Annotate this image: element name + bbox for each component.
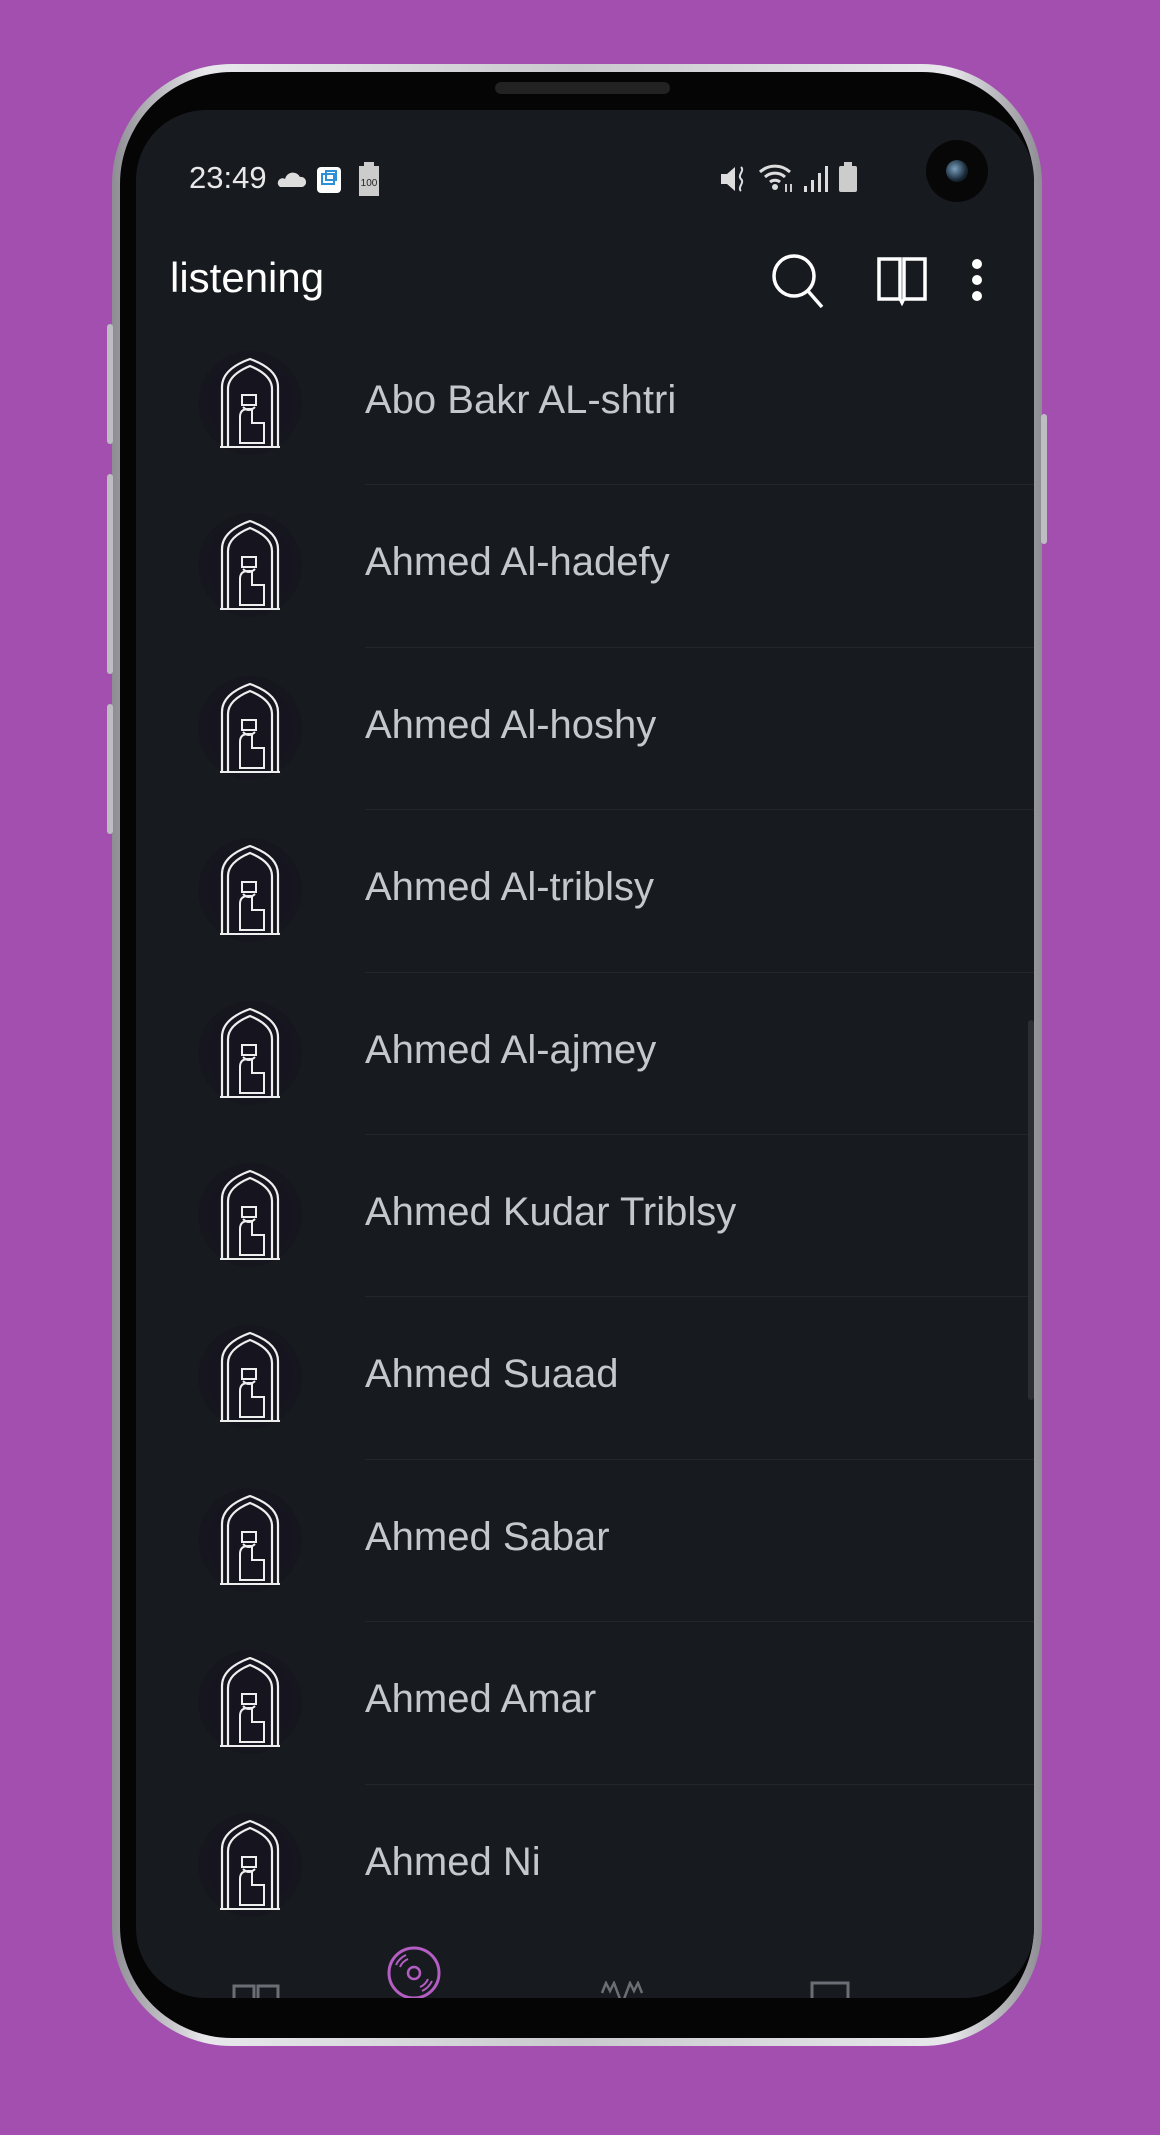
reciter-list[interactable]: Abo Bakr AL-shtri Ahmed Al-hadefy Ahmed A… [136,323,1034,1941]
speaker [495,82,670,94]
cloud-icon [277,172,306,187]
reciter-mosque-icon [220,845,280,936]
reciter-item[interactable]: Ahmed Ni [136,1785,1034,1941]
search-icon[interactable] [770,252,828,312]
battery-100-icon: 100 [359,162,379,196]
bookmark-icon [810,1981,850,1998]
svg-text:100: 100 [361,178,378,189]
reciter-mosque-icon [220,520,280,611]
reciter-avatar [198,1162,302,1267]
reciter-name: Abo Bakr AL-shtri [365,378,677,422]
reciter-item[interactable]: Abo Bakr AL-shtri [136,323,1034,486]
reciter-avatar [198,1487,302,1592]
reciter-name: Ahmed Suaad [365,1352,619,1397]
phone-frame: 23:49 100 listening Abo Bakr AL-shtri Ahm… [107,64,1047,2046]
reciter-mosque-icon [220,1494,280,1585]
praying-hands-icon [600,1981,644,1998]
bottom-navigation: listening [136,1941,1034,1998]
signal-icon [804,166,828,192]
front-camera [926,140,988,202]
reciter-mosque-icon [220,1169,280,1260]
page-title: listening [170,254,325,301]
reciter-item[interactable]: Ahmed Al-hoshy [136,648,1034,811]
reciter-item[interactable]: Ahmed Kudar Triblsy [136,1135,1034,1298]
volume-button [107,474,113,674]
more-options-icon[interactable] [970,258,984,302]
toolbar: listening [136,240,1034,320]
reciter-item[interactable]: Ahmed Al-triblsy [136,810,1034,973]
mute-vibrate-icon [721,166,744,192]
disc-icon [387,1946,441,1998]
reciter-mosque-icon [220,682,280,773]
reciter-avatar [198,1812,302,1917]
reciter-name: Ahmed Amar [365,1677,597,1722]
reciter-avatar [198,675,302,780]
status-bar: 23:49 100 [136,140,1034,202]
nav-supplications[interactable] [542,1941,702,1998]
reciter-name: Ahmed Al-hadefy [365,540,670,585]
quran-book-icon[interactable] [876,256,928,306]
scrollbar[interactable] [1028,1020,1034,1400]
reciter-name: Ahmed Sabar [365,1514,610,1559]
battery-icon [839,162,857,192]
reciter-name: Ahmed Ni [365,1839,541,1884]
nav-quran[interactable] [176,1941,336,1998]
reciter-item[interactable]: Ahmed Al-hadefy [136,485,1034,648]
screen: 23:49 100 listening Abo Bakr AL-shtri Ahm… [136,110,1034,1998]
reciter-avatar [198,1000,302,1105]
reciter-item[interactable]: Ahmed Amar [136,1622,1034,1785]
reciter-item[interactable]: Ahmed Suaad [136,1297,1034,1460]
nav-listening[interactable]: listening [334,1941,494,1998]
nav-bookmarks[interactable] [750,1941,910,1998]
reciter-avatar [198,1325,302,1430]
reciter-mosque-icon [220,1332,280,1423]
volume-button [107,324,113,444]
reciter-mosque-icon [220,1656,280,1748]
reciter-mosque-icon [220,357,280,448]
reciter-avatar [198,351,302,455]
reciter-name: Ahmed Al-hoshy [365,702,657,747]
clock: 23:49 [189,160,267,195]
reciter-name: Ahmed Al-triblsy [365,865,654,910]
quran-book-icon [232,1984,280,1998]
reciter-item[interactable]: Ahmed Al-ajmey [136,973,1034,1135]
wifi-icon [758,164,792,192]
reciter-name: Ahmed Kudar Triblsy [365,1189,737,1234]
bezel: 23:49 100 listening Abo Bakr AL-shtri Ahm… [120,72,1034,2038]
power-button [1041,414,1047,544]
reciter-avatar [198,1650,302,1755]
app-notification-icon [317,167,341,193]
bixby-button [107,704,113,834]
reciter-mosque-icon [220,1819,280,1910]
reciter-avatar [198,513,302,618]
reciter-avatar [198,838,302,943]
reciter-mosque-icon [220,1007,280,1098]
reciter-item[interactable]: Ahmed Sabar [136,1460,1034,1623]
reciter-name: Ahmed Al-ajmey [365,1027,657,1072]
